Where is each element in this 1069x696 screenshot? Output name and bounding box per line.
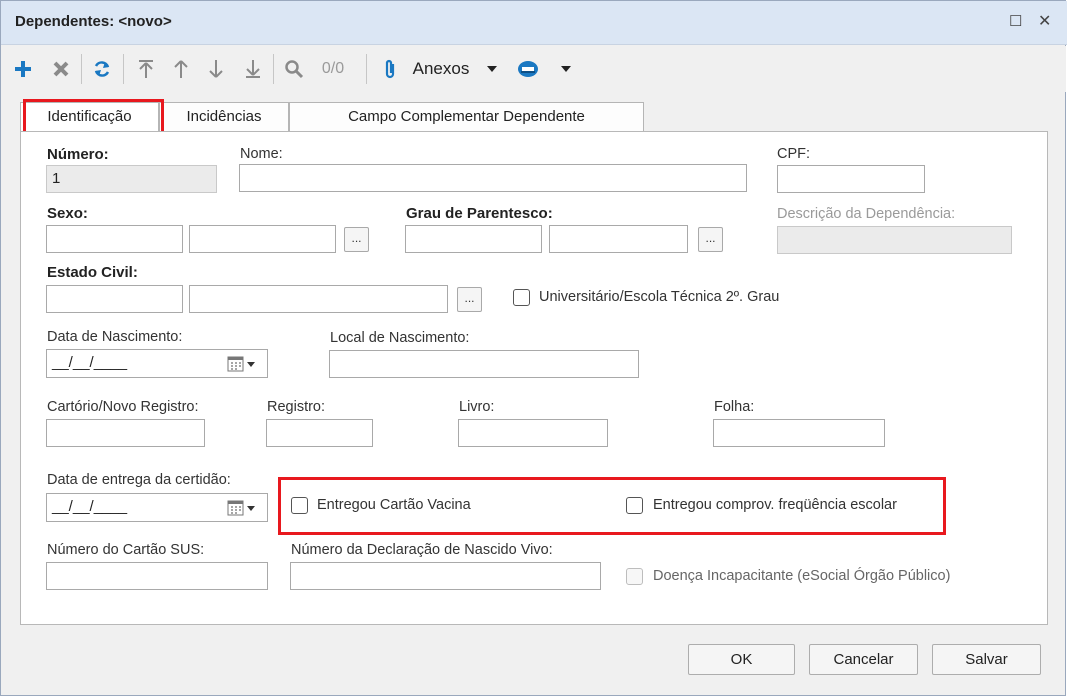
universitario-checkbox[interactable] — [513, 289, 530, 306]
descricao-dependencia-label: Descrição da Dependência: — [777, 206, 956, 222]
cpf-label: CPF: — [777, 146, 811, 162]
sexo-label: Sexo: — [47, 205, 88, 222]
delete-icon — [53, 61, 69, 77]
next-record-icon — [209, 60, 223, 78]
toolbar-separator — [123, 54, 124, 84]
tab-label: Campo Complementar Dependente — [348, 108, 585, 125]
cartorio-label: Cartório/Novo Registro: — [47, 399, 199, 415]
data-entrega-field[interactable]: __/__/____ — [46, 493, 217, 522]
data-entrega-calendar-button[interactable] — [216, 493, 268, 522]
cartorio-field[interactable] — [46, 419, 205, 447]
previous-record-icon — [174, 60, 188, 78]
title-bar: Dependentes: <novo> ☐ ✕ — [1, 1, 1067, 45]
tab-campo-complementar[interactable]: Campo Complementar Dependente — [289, 102, 644, 132]
grau-code-field[interactable] — [405, 225, 542, 253]
cancel-button[interactable]: Cancelar — [809, 644, 918, 675]
data-nascimento-label: Data de Nascimento: — [47, 329, 183, 345]
next-record-button[interactable] — [203, 46, 229, 92]
refresh-icon — [94, 61, 110, 77]
cartao-sus-label: Número do Cartão SUS: — [47, 542, 205, 558]
local-nascimento-field[interactable] — [329, 350, 639, 378]
calendar-icon — [227, 356, 255, 371]
paperclip-icon[interactable] — [380, 46, 400, 92]
window-title: Dependentes: <novo> — [15, 13, 172, 30]
options-dropdown-icon[interactable] — [558, 46, 574, 92]
declaracao-nascido-vivo-label: Número da Declaração de Nascido Vivo: — [291, 542, 553, 558]
data-nascimento-calendar-button[interactable] — [216, 349, 268, 378]
registro-field[interactable] — [266, 419, 373, 447]
local-nascimento-label: Local de Nascimento: — [330, 330, 470, 346]
first-record-icon — [139, 60, 153, 78]
attachments-dropdown-icon[interactable] — [484, 46, 500, 92]
cpf-field[interactable] — [777, 165, 925, 193]
toolbar-separator — [366, 54, 367, 84]
dependentes-dialog: Dependentes: <novo> ☐ ✕ 0/0 Anexos Ident… — [0, 0, 1067, 696]
save-button[interactable]: Salvar — [932, 644, 1041, 675]
ok-button[interactable]: OK — [688, 644, 795, 675]
close-icon[interactable]: ✕ — [1038, 11, 1051, 31]
add-button[interactable] — [10, 46, 36, 92]
registro-label: Registro: — [267, 399, 326, 415]
folha-field[interactable] — [713, 419, 885, 447]
estado-civil-label: Estado Civil: — [47, 264, 138, 281]
grau-parentesco-label: Grau de Parentesco: — [406, 205, 553, 222]
first-record-button[interactable] — [133, 46, 159, 92]
grau-description-field[interactable] — [549, 225, 688, 253]
cartao-vacina-checkbox[interactable] — [291, 497, 308, 514]
maximize-icon[interactable]: ☐ — [1009, 12, 1022, 30]
frequencia-escolar-label: Entregou comprov. freqüência escolar — [653, 497, 897, 513]
universitario-label: Universitário/Escola Técnica 2º. Grau — [539, 289, 780, 305]
estado-civil-code-field[interactable] — [46, 285, 183, 313]
estado-civil-lookup-button[interactable]: ... — [457, 287, 482, 312]
record-counter: 0/0 — [321, 60, 345, 77]
tab-incidencias[interactable]: Incidências — [159, 102, 289, 132]
toolbar-separator — [273, 54, 274, 84]
doenca-incapacitante-label: Doença Incapacitante (eSocial Órgão Públ… — [653, 568, 951, 584]
previous-record-button[interactable] — [168, 46, 194, 92]
search-icon — [285, 60, 304, 79]
delete-button[interactable] — [48, 46, 74, 92]
sexo-lookup-button[interactable]: ... — [344, 227, 369, 252]
printer-icon[interactable] — [514, 46, 542, 92]
tab-label: Incidências — [186, 108, 262, 125]
folha-label: Folha: — [714, 399, 755, 415]
toolbar: 0/0 Anexos — [2, 46, 1066, 92]
cartao-vacina-label: Entregou Cartão Vacina — [317, 497, 471, 513]
calendar-icon — [227, 500, 255, 515]
refresh-button[interactable] — [89, 46, 115, 92]
data-entrega-label: Data de entrega da certidão: — [47, 472, 231, 488]
nome-label: Nome: — [240, 146, 283, 162]
livro-label: Livro: — [459, 399, 495, 415]
numero-label: Número: — [47, 146, 109, 163]
numero-field: 1 — [46, 165, 217, 193]
frequencia-escolar-checkbox[interactable] — [626, 497, 643, 514]
sexo-description-field[interactable] — [189, 225, 336, 253]
livro-field[interactable] — [458, 419, 608, 447]
data-nascimento-field[interactable]: __/__/____ — [46, 349, 217, 378]
cartao-sus-field[interactable] — [46, 562, 268, 590]
grau-lookup-button[interactable]: ... — [698, 227, 723, 252]
toolbar-separator — [81, 54, 82, 84]
search-button[interactable] — [281, 46, 307, 92]
estado-civil-description-field[interactable] — [189, 285, 448, 313]
attachments-button[interactable]: Anexos — [408, 46, 474, 92]
last-record-icon — [246, 60, 260, 78]
declaracao-nascido-vivo-field[interactable] — [290, 562, 601, 590]
nome-field[interactable] — [239, 164, 747, 192]
sexo-code-field[interactable] — [46, 225, 183, 253]
plus-icon — [15, 61, 31, 77]
doenca-incapacitante-checkbox — [626, 568, 643, 585]
descricao-dependencia-field — [777, 226, 1012, 254]
last-record-button[interactable] — [240, 46, 266, 92]
